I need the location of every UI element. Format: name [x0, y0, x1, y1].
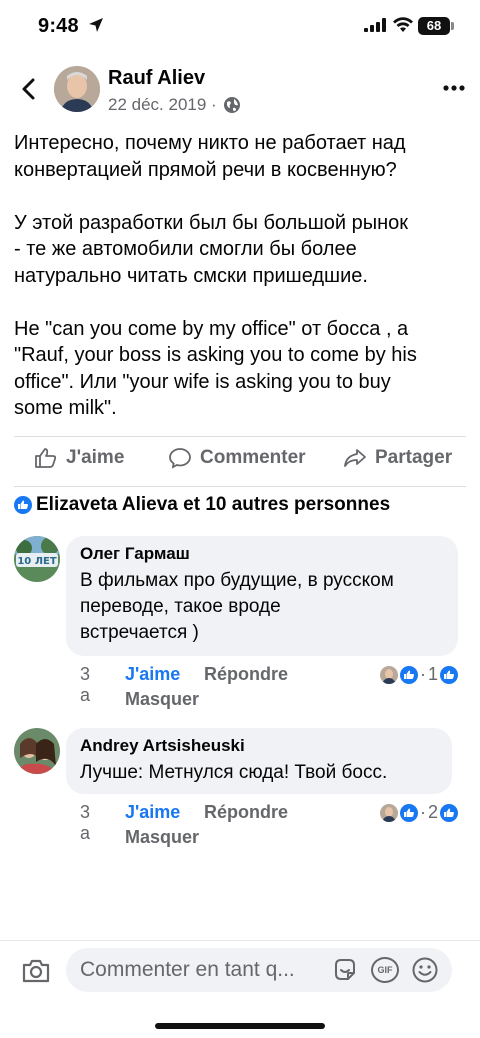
comment-hide-button[interactable]: Masquer [125, 827, 199, 848]
post-date[interactable]: 22 déc. 2019 · [108, 95, 217, 115]
reactor-avatar [380, 803, 398, 822]
comment-hide-button[interactable]: Masquer [125, 689, 199, 710]
comment-reply-button[interactable]: Répondre [204, 664, 288, 685]
commenter-avatar[interactable] [14, 728, 60, 774]
comment-bubble: Олег Гармаш В фильмах про будущие, в рус… [66, 536, 458, 656]
like-reaction-icon [14, 496, 32, 514]
like-reaction-icon [400, 665, 418, 684]
comment-author[interactable]: Andrey Artsisheuski [80, 736, 438, 756]
avatar-sign-text: 10 ЛЕТ [17, 556, 57, 567]
battery-cap [451, 22, 454, 30]
commenter-avatar[interactable]: 10 ЛЕТ [14, 536, 60, 582]
share-icon [344, 449, 366, 467]
globe-icon [223, 97, 240, 113]
footer-divider [0, 940, 480, 941]
comment-button[interactable]: Commenter [168, 446, 306, 470]
reactions-summary[interactable]: Elizaveta Alieva et 10 autres personnes [14, 494, 390, 516]
more-icon[interactable] [440, 78, 468, 98]
signal-icon [364, 18, 386, 32]
status-time: 9:48 [38, 15, 79, 37]
camera-icon[interactable] [20, 955, 52, 987]
comment-reaction-count: 1 [428, 664, 439, 684]
author-avatar[interactable] [54, 66, 100, 112]
comment-reactions[interactable]: · 2 [380, 802, 459, 823]
comment-time[interactable]: 3 a [80, 664, 90, 706]
like-button[interactable]: J'aime [34, 446, 124, 470]
post-action-bar: J'aime Commenter Partager [0, 440, 480, 482]
share-button[interactable]: Partager [343, 446, 452, 470]
divider [14, 486, 466, 487]
comment-like-button[interactable]: J'aime [125, 664, 180, 685]
comment-reaction-count: 2 [428, 802, 439, 822]
comment-composer[interactable]: Commenter en tant q... GIF [66, 948, 452, 992]
comment-time[interactable]: 3 a [80, 802, 90, 844]
wifi-icon [393, 17, 413, 32]
comment-reply-button[interactable]: Répondre [204, 802, 288, 823]
share-label: Partager [375, 447, 453, 468]
comment-author[interactable]: Олег Гармаш [80, 544, 444, 564]
comment-like-button[interactable]: J'aime [125, 802, 180, 823]
sticker-icon[interactable] [332, 957, 358, 983]
comment-reactions[interactable]: · 1 [380, 664, 459, 685]
like-label: J'aime [66, 447, 125, 468]
reactions-text: Elizaveta Alieva et 10 autres personnes [36, 494, 391, 515]
comment-icon [169, 448, 191, 469]
dot-separator: · [420, 802, 426, 822]
comment-text: В фильмах про будущие, в русском перевод… [80, 570, 394, 643]
comment-label: Commenter [200, 447, 306, 468]
post-text: Интересно, почему никто не работает над … [14, 132, 417, 419]
dot-separator: · [420, 664, 426, 684]
like-reaction-icon [440, 665, 459, 684]
like-reaction-icon [440, 803, 459, 822]
location-arrow-icon [89, 18, 103, 32]
gif-icon[interactable]: GIF [371, 957, 399, 983]
reactor-avatar [380, 665, 398, 684]
comment-bubble: Andrey Artsisheuski Лучше: Метнулся сюда… [66, 728, 452, 794]
author-name[interactable]: Rauf Aliev [108, 67, 205, 90]
comment-text: Лучше: Метнулся сюда! Твой босс. [80, 762, 388, 783]
back-arrow-icon[interactable] [14, 74, 44, 104]
like-reaction-icon [400, 803, 418, 822]
emoji-icon[interactable] [411, 956, 439, 984]
comment-input[interactable]: Commenter en tant q... [80, 958, 295, 982]
post-meta: 22 déc. 2019 · [108, 95, 241, 115]
like-icon [35, 448, 57, 468]
status-bar: 9:48 68 [0, 0, 480, 54]
divider [14, 436, 466, 437]
home-indicator [155, 1023, 325, 1029]
battery-indicator: 68 [418, 17, 450, 35]
